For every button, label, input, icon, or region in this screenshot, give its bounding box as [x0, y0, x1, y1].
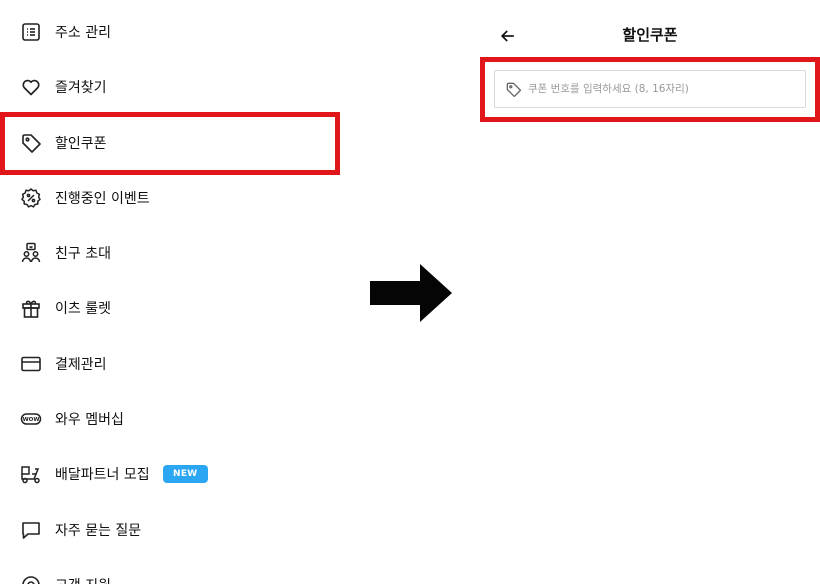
menu-item-label: 할인쿠폰	[55, 135, 107, 152]
coupon-tag-icon	[20, 132, 42, 154]
menu-item-label: 주소 관리	[55, 24, 111, 41]
arrow-right-icon	[370, 264, 452, 322]
gift-icon	[20, 297, 42, 319]
menu-item-label: 친구 초대	[55, 245, 111, 262]
menu-item-label: 와우 멤버십	[55, 411, 124, 428]
svg-text:WOW: WOW	[23, 417, 40, 423]
card-icon	[20, 353, 42, 375]
menu-item-roulette[interactable]: 이츠 룰렛	[0, 280, 340, 335]
menu-item-label: 결제관리	[55, 356, 107, 373]
wow-icon: WOW	[20, 408, 42, 430]
settings-menu: 주소 관리 즐겨찾기 할인쿠폰 진행중인 이벤트 친구 초대 이츠 룰렛 결제관…	[0, 0, 360, 584]
support-icon	[20, 574, 42, 584]
menu-item-events[interactable]: 진행중인 이벤트	[0, 170, 340, 225]
menu-item-support[interactable]: 고객 지원	[0, 557, 340, 584]
coupon-tag-icon	[506, 82, 522, 98]
menu-item-label: 이츠 룰렛	[55, 300, 111, 317]
menu-item-invite[interactable]: 친구 초대	[0, 225, 340, 280]
page-title: 할인쿠폰	[622, 26, 678, 44]
menu-item-faq[interactable]: 자주 묻는 질문	[0, 502, 340, 557]
menu-item-label: 고객 지원	[55, 575, 111, 584]
back-button[interactable]	[496, 24, 520, 48]
menu-item-favorites[interactable]: 즐겨찾기	[0, 59, 340, 114]
menu-item-label: 진행중인 이벤트	[55, 190, 150, 207]
menu-item-delivery-partner[interactable]: 배달파트너 모집 NEW	[0, 446, 340, 501]
menu-item-label: 배달파트너 모집	[55, 466, 150, 483]
menu-item-payment[interactable]: 결제관리	[0, 336, 340, 391]
chat-bubble-icon	[20, 519, 42, 541]
screen: 주소 관리 즐겨찾기 할인쿠폰 진행중인 이벤트 친구 초대 이츠 룰렛 결제관…	[0, 0, 820, 584]
percent-badge-icon	[20, 187, 42, 209]
menu-item-coupons[interactable]: 할인쿠폰	[0, 115, 340, 170]
menu-item-label: 자주 묻는 질문	[55, 522, 142, 539]
menu-item-label: 즐겨찾기	[55, 79, 107, 96]
invite-friends-icon	[20, 242, 42, 264]
arrow-left-icon	[500, 30, 514, 42]
menu-item-address[interactable]: 주소 관리	[0, 4, 340, 59]
coupon-code-input[interactable]	[528, 71, 798, 107]
new-badge: NEW	[163, 464, 208, 483]
address-list-icon	[20, 21, 42, 43]
menu-item-membership[interactable]: WOW 와우 멤버십	[0, 391, 340, 446]
heart-icon	[20, 76, 42, 98]
delivery-scooter-icon	[20, 463, 42, 485]
coupon-input-container	[494, 70, 806, 108]
